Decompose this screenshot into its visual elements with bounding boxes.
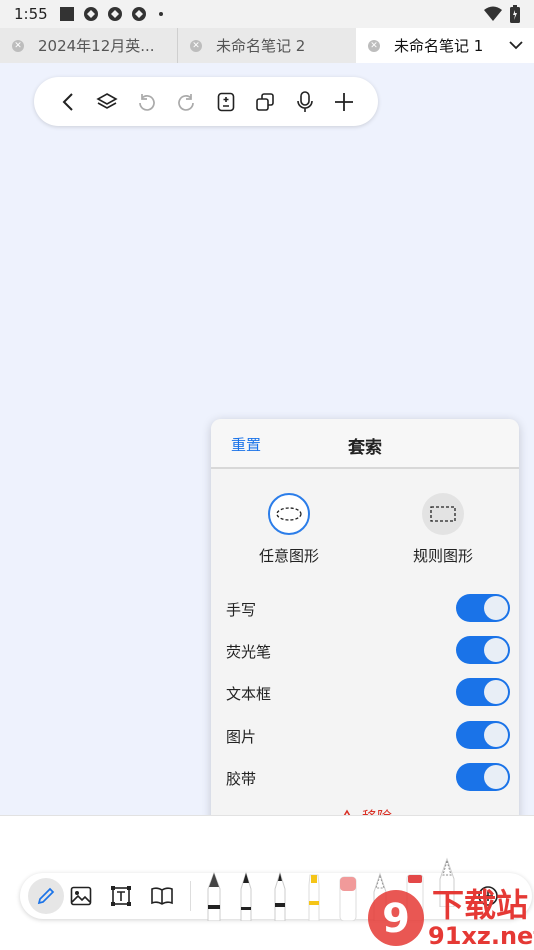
highlighter-tool[interactable] (305, 873, 323, 921)
tab-label: 未命名笔记 2 (216, 37, 306, 55)
fountain-pen-tool[interactable] (203, 871, 225, 921)
notification-icon (59, 7, 74, 21)
book-icon[interactable] (144, 873, 180, 919)
copy-icon[interactable] (254, 91, 276, 113)
image-toggle[interactable] (456, 721, 510, 749)
textbox-toggle[interactable] (456, 678, 510, 706)
layers-icon[interactable] (96, 91, 118, 113)
app-notification-icon (131, 7, 146, 21)
toggle-row-image: 图片 (226, 721, 510, 751)
more-notifications-icon (158, 12, 163, 16)
undo-icon[interactable] (136, 91, 158, 113)
watermark-text: 下载站 (432, 886, 528, 924)
app-notification-icon (83, 7, 98, 21)
redo-icon[interactable] (175, 91, 197, 113)
chevron-down-icon[interactable] (508, 37, 524, 53)
page-icon[interactable] (215, 91, 237, 113)
tab-label: 未命名笔记 1 (394, 37, 484, 55)
ballpoint-pen-tool[interactable] (237, 871, 255, 921)
rectangle-shape-option[interactable]: 规则图形 (398, 493, 488, 566)
highlighter-toggle[interactable] (456, 636, 510, 664)
tab-note-3-active[interactable]: ✕ 未命名笔记 1 (356, 28, 534, 63)
freeform-lasso-icon (268, 493, 310, 535)
lasso-settings-panel: 重置 套索 任意图形 规则图形 手写 荧光笔 文本框 图片 胶带 移除 (211, 419, 519, 841)
toolbar-divider (190, 881, 191, 911)
panel-header: 重置 套索 (211, 419, 519, 469)
close-tab-icon[interactable]: ✕ (368, 39, 380, 52)
toggle-row-textbox: 文本框 (226, 678, 510, 708)
wifi-icon (484, 6, 502, 21)
status-time: 1:55 (14, 5, 48, 23)
toggle-label: 文本框 (226, 685, 272, 703)
tab-note-2[interactable]: ✕ 未命名笔记 2 (178, 28, 356, 63)
watermark-site: 91xz.net (428, 922, 534, 950)
toggle-label: 图片 (226, 728, 257, 746)
app-notification-icon (107, 7, 122, 21)
tab-label: 2024年12月英... (38, 37, 155, 55)
pen-icon[interactable] (28, 873, 64, 919)
toggle-label: 胶带 (226, 770, 257, 788)
freeform-shape-option[interactable]: 任意图形 (244, 493, 334, 566)
close-tab-icon[interactable]: ✕ (190, 39, 202, 52)
status-bar: 1:55 (0, 0, 534, 28)
top-toolbar (34, 77, 378, 126)
pencil-tool[interactable] (271, 871, 289, 921)
battery-icon (510, 5, 520, 23)
eraser-tool[interactable] (338, 875, 358, 921)
toggle-row-tape: 胶带 (226, 763, 510, 793)
panel-title: 套索 (348, 438, 382, 458)
tab-bar: ✕ 2024年12月英... ✕ 未命名笔记 2 ✕ 未命名笔记 1 (0, 28, 534, 63)
microphone-icon[interactable] (294, 90, 316, 113)
image-icon[interactable] (63, 873, 99, 919)
rectangle-lasso-icon (422, 493, 464, 535)
add-icon[interactable] (333, 91, 355, 113)
tape-toggle[interactable] (456, 763, 510, 791)
close-tab-icon[interactable]: ✕ (12, 39, 24, 52)
watermark-number: 9 (382, 896, 410, 942)
handwriting-toggle[interactable] (456, 594, 510, 622)
shape-label: 规则图形 (412, 547, 473, 565)
textbox-icon[interactable] (103, 873, 139, 919)
back-icon[interactable] (57, 91, 79, 113)
toggle-label: 手写 (226, 601, 257, 619)
toggle-row-highlighter: 荧光笔 (226, 636, 510, 666)
site-watermark: 9 下载站 91xz.net (362, 880, 534, 950)
tab-note-1[interactable]: ✕ 2024年12月英... (0, 28, 178, 63)
toggle-label: 荧光笔 (226, 643, 272, 661)
shape-label: 任意图形 (258, 547, 319, 565)
toggle-row-handwriting: 手写 (226, 594, 510, 624)
